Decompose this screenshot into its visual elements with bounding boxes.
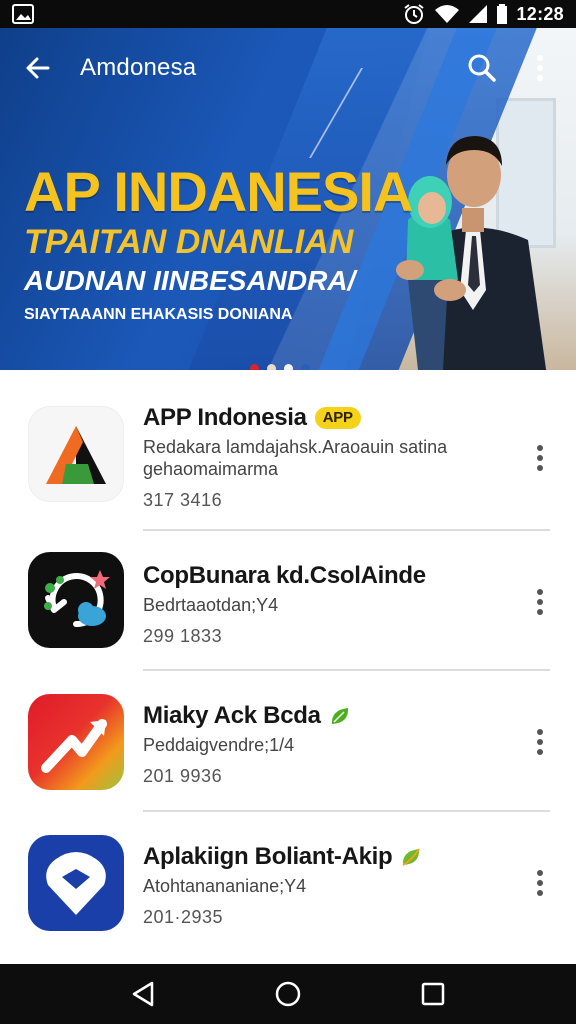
search-button[interactable] xyxy=(462,48,502,88)
item-more-button[interactable] xyxy=(524,720,556,764)
leaf-icon xyxy=(402,848,421,866)
nav-home-button[interactable] xyxy=(263,969,313,1019)
more-vert-icon xyxy=(537,729,543,755)
item-more-button[interactable] xyxy=(524,580,556,624)
app-stat: 201 9936 xyxy=(143,766,223,786)
carousel-dot[interactable] xyxy=(250,364,259,370)
list-item[interactable]: Miaky Ack Bcda Peddaigvendre;1/4 201 993… xyxy=(0,682,576,822)
more-vert-icon xyxy=(537,870,543,896)
promo-tagline: SIAYTAAANN EHAKASIS DONIANA xyxy=(24,306,293,323)
divider xyxy=(143,529,550,531)
app-list: APP Indonesia APP Redakara lamdajahsk.Ar… xyxy=(0,370,576,964)
nav-back-button[interactable] xyxy=(118,969,168,1019)
carousel-dot[interactable] xyxy=(284,364,293,370)
system-nav-bar xyxy=(0,964,576,1024)
status-bar: 12:28 xyxy=(0,0,576,28)
search-icon xyxy=(468,54,496,82)
app-icon[interactable] xyxy=(28,835,124,931)
back-triangle-icon xyxy=(132,981,153,1007)
more-vert-icon xyxy=(537,55,543,81)
app-badge: APP xyxy=(314,407,361,429)
overflow-menu-button[interactable] xyxy=(520,48,560,88)
app-description: Peddaigvendre;1/4 xyxy=(143,735,295,755)
app-stat: 299 1833 xyxy=(143,626,223,646)
more-vert-icon xyxy=(537,589,543,615)
triangle-logo-icon xyxy=(46,426,106,484)
wifi-icon xyxy=(435,5,460,23)
app-name-row: APP Indonesia APP xyxy=(143,404,506,432)
refresh-cloud-icon xyxy=(44,570,110,628)
status-time: 12:28 xyxy=(516,3,564,24)
arrow-left-icon xyxy=(26,57,50,79)
leaf-icon xyxy=(331,708,348,724)
list-item[interactable]: Aplakiign Boliant-Akip Atohtanananiane;Y… xyxy=(0,825,576,965)
app-stat: 201·2935 xyxy=(143,907,224,927)
app-name: Aplakiign Boliant-Akip xyxy=(143,843,393,870)
back-button[interactable] xyxy=(16,46,60,90)
location-pin-icon xyxy=(46,852,106,915)
app-description: Redakara lamdajahsk.Araoauin satina xyxy=(143,437,448,457)
divider xyxy=(143,810,550,812)
promo-subtitle: AUDNAN IINBESANDRA/ xyxy=(24,265,356,296)
banner-person-image xyxy=(396,136,547,370)
carousel-dot[interactable] xyxy=(267,364,276,370)
list-item[interactable]: APP Indonesia APP Redakara lamdajahsk.Ar… xyxy=(0,394,576,534)
alarm-icon xyxy=(404,4,425,24)
app-icon[interactable] xyxy=(28,552,124,648)
signal-icon xyxy=(469,5,488,23)
app-icon[interactable] xyxy=(28,406,124,502)
app-description: Atohtanananiane;Y4 xyxy=(143,876,307,896)
recents-square-icon xyxy=(422,982,445,1006)
app-name-row: Aplakiign Boliant-Akip xyxy=(143,843,506,871)
promo-subtitle: TPAITAN DNANLIAN xyxy=(24,223,354,261)
app-stat: 317 3416 xyxy=(143,490,223,510)
battery-icon xyxy=(497,4,508,24)
carousel-indicator[interactable] xyxy=(250,364,310,370)
item-more-button[interactable] xyxy=(524,436,556,480)
app-name: CopBunara kd.CsolAinde xyxy=(143,562,426,589)
app-description: gehaomaimarma xyxy=(143,459,279,479)
carousel-dot[interactable] xyxy=(301,364,310,370)
app-description: Bedrtaaotdan;Y4 xyxy=(143,595,279,615)
list-item[interactable]: CopBunara kd.CsolAinde Bedrtaaotdan;Y4 2… xyxy=(0,540,576,680)
divider xyxy=(143,669,550,671)
trending-arrow-icon xyxy=(41,719,107,773)
promo-text-block: AP INDANESIA TPAITAN DNANLIAN AUDNAN IIN… xyxy=(24,160,413,325)
nav-recents-button[interactable] xyxy=(408,969,458,1019)
app-name: Miaky Ack Bcda xyxy=(143,702,321,729)
app-name-row: Miaky Ack Bcda xyxy=(143,702,506,730)
app-name: APP Indonesia xyxy=(143,404,307,431)
home-circle-icon xyxy=(275,981,301,1007)
item-more-button[interactable] xyxy=(524,861,556,905)
gallery-icon xyxy=(12,4,34,24)
app-bar: Amdonesa xyxy=(0,28,576,108)
app-icon[interactable] xyxy=(28,694,124,790)
page-title: Amdonesa xyxy=(80,54,197,81)
more-vert-icon xyxy=(537,445,543,471)
promo-title: AP INDANESIA xyxy=(24,160,413,223)
